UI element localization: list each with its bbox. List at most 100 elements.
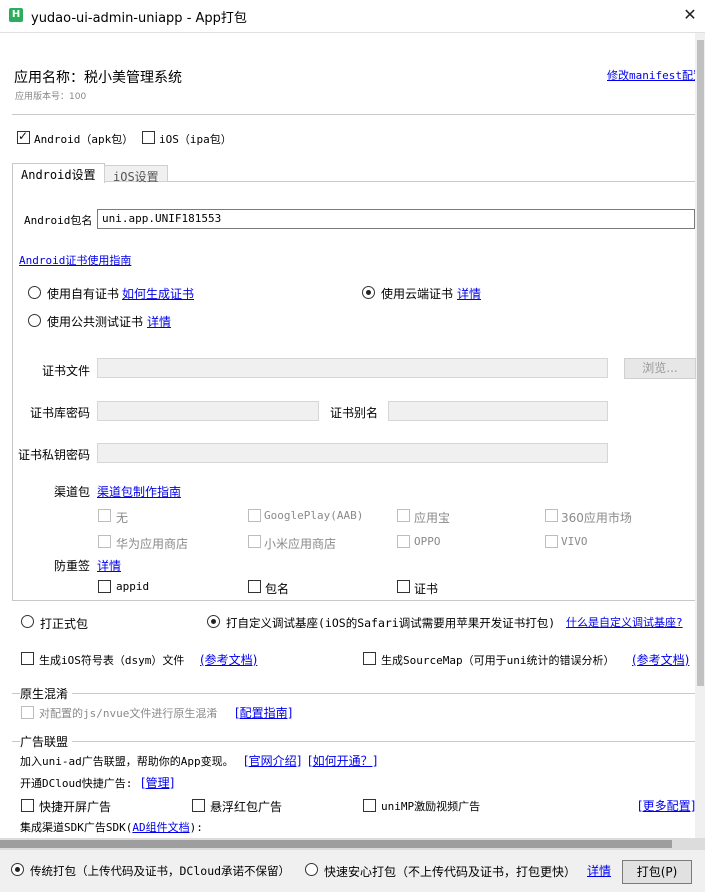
- tab-ios-settings[interactable]: iOS设置: [104, 165, 168, 184]
- anti-tamper-package-label: 包名: [265, 582, 290, 596]
- channel-guide-link[interactable]: 渠道包制作指南: [97, 483, 181, 500]
- package-name-input[interactable]: uni.app.UNIF181553: [97, 209, 695, 229]
- anti-tamper-details-link[interactable]: 详情: [97, 557, 121, 574]
- release-build-label: 打正式包: [40, 617, 89, 631]
- what-is-custom-base-link[interactable]: 什么是自定义调试基座?: [566, 614, 695, 630]
- channel-label-oppo: OPPO: [414, 535, 441, 548]
- sourcemap-doc-link[interactable]: (参考文档): [632, 651, 689, 668]
- float-ad-label: 悬浮红包广告: [210, 800, 283, 814]
- ads-intro-text: 加入uni-ad广告联盟，帮助你的App变现。: [20, 755, 234, 768]
- ad-component-doc-link[interactable]: AD组件文档: [132, 821, 189, 834]
- how-to-generate-cert-link[interactable]: 如何生成证书: [122, 285, 194, 302]
- sourcemap-checkbox[interactable]: [363, 652, 376, 665]
- splash-ad-label: 快捷开屏广告: [39, 800, 112, 814]
- pack-button[interactable]: 打包(P): [622, 860, 692, 884]
- android-cert-guide-link[interactable]: Android证书使用指南: [19, 252, 131, 268]
- footer-details-link[interactable]: 详情: [587, 862, 611, 879]
- android-checkbox[interactable]: [17, 129, 30, 144]
- horizontal-scrollbar-thumb[interactable]: [0, 840, 672, 848]
- close-icon[interactable]: ✕: [678, 3, 702, 27]
- ios-dsym-doc-link[interactable]: (参考文档): [200, 651, 257, 668]
- channel-checkbox-none[interactable]: [98, 509, 111, 522]
- channel-label-xiaomi: 小米应用商店: [264, 537, 337, 551]
- channel-checkbox-yingyongbao[interactable]: [397, 509, 410, 522]
- package-name-label: Android包名: [24, 214, 93, 227]
- sourcemap-label: 生成SourceMap（可用于uni统计的错误分析）: [381, 654, 615, 667]
- obfuscation-group-border: [12, 693, 695, 694]
- anti-tamper-label: 防重签: [54, 559, 91, 573]
- tab-android-settings[interactable]: Android设置: [12, 163, 105, 183]
- cloud-cert-details-link[interactable]: 详情: [457, 285, 481, 302]
- android-settings-panel: [12, 181, 695, 601]
- channel-label-yingyongbao: 应用宝: [414, 511, 451, 525]
- sdk-label-suffix: ):: [189, 821, 203, 834]
- reward-video-ad-label: uniMP激励视频广告: [381, 800, 481, 813]
- private-key-password-label: 证书私钥密码: [18, 448, 91, 462]
- reward-video-ad-checkbox[interactable]: [363, 799, 376, 812]
- keystore-password-field[interactable]: [97, 401, 319, 421]
- public-test-cert-label: 使用公共测试证书: [47, 315, 144, 329]
- channel-label: 渠道包: [54, 485, 91, 499]
- channel-checkbox-googleplay[interactable]: [248, 509, 261, 522]
- channel-checkbox-oppo[interactable]: [397, 535, 410, 548]
- android-platform-label: Android（apk包）: [34, 133, 134, 146]
- channel-label-huawei: 华为应用商店: [116, 537, 189, 551]
- cert-file-field[interactable]: [97, 358, 608, 378]
- private-key-password-field[interactable]: [97, 443, 608, 463]
- more-config-link[interactable]: [更多配置]: [638, 797, 695, 814]
- ads-how-link[interactable]: [如何开通？]: [308, 752, 377, 769]
- ios-dsym-checkbox[interactable]: [21, 652, 34, 665]
- edit-manifest-link[interactable]: 修改manifest配置: [607, 67, 695, 83]
- obfuscation-group-title: 原生混淆: [20, 685, 73, 702]
- scrollbar-thumb[interactable]: [697, 40, 704, 686]
- anti-tamper-cert-label: 证书: [414, 582, 439, 596]
- cert-file-label: 证书文件: [42, 364, 91, 378]
- alias-label: 证书别名: [330, 406, 379, 420]
- anti-tamper-appid-label: appid: [116, 580, 150, 593]
- anti-tamper-appid-checkbox[interactable]: [98, 580, 111, 593]
- obfuscation-checkbox[interactable]: [21, 706, 34, 719]
- browse-button[interactable]: 浏览...: [624, 358, 696, 379]
- sdk-label: 集成渠道SDK广告SDK(AD组件文档):: [20, 819, 203, 835]
- public-cert-details-link[interactable]: 详情: [147, 313, 171, 330]
- traditional-pack-radio[interactable]: [11, 863, 24, 876]
- channel-label-none: 无: [116, 511, 129, 525]
- ios-dsym-label: 生成iOS符号表（dsym）文件: [39, 654, 185, 667]
- ios-checkbox[interactable]: [142, 131, 155, 144]
- channel-checkbox-huawei[interactable]: [98, 535, 111, 548]
- channel-label-360: 360应用市场: [561, 511, 632, 525]
- ads-group-border: [12, 741, 695, 742]
- keystore-password-label: 证书库密码: [30, 406, 91, 420]
- splash-ad-checkbox[interactable]: [21, 799, 34, 812]
- channel-label-googleplay: GooglePlay(AAB): [264, 509, 364, 522]
- ads-intro-link[interactable]: [官网介绍]: [244, 752, 301, 769]
- channel-checkbox-xiaomi[interactable]: [248, 535, 261, 548]
- channel-checkbox-360[interactable]: [545, 509, 558, 522]
- dcloud-ads-label: 开通DCloud快捷广告:: [20, 777, 133, 790]
- obfuscation-guide-link[interactable]: [配置指南]: [235, 704, 292, 721]
- sdk-label-prefix: 集成渠道SDK广告SDK(: [20, 821, 133, 834]
- safe-pack-radio[interactable]: [305, 863, 318, 876]
- channel-label-vivo: VIVO: [561, 535, 588, 548]
- window-title: yudao-ui-admin-uniapp - App打包: [31, 11, 247, 26]
- traditional-pack-label: 传统打包（上传代码及证书，DCloud承诺不保留）: [30, 864, 291, 878]
- own-cert-label: 使用自有证书: [47, 287, 120, 301]
- own-cert-radio[interactable]: [28, 286, 41, 299]
- anti-tamper-package-checkbox[interactable]: [248, 580, 261, 593]
- ios-platform-label: iOS（ipa包）: [159, 133, 232, 146]
- title-divider: [0, 32, 705, 33]
- channel-checkbox-vivo[interactable]: [545, 535, 558, 548]
- ads-manage-link[interactable]: [管理]: [141, 774, 174, 791]
- alias-field[interactable]: [388, 401, 608, 421]
- release-build-radio[interactable]: [21, 615, 34, 628]
- float-ad-checkbox[interactable]: [192, 799, 205, 812]
- custom-base-radio[interactable]: [207, 615, 220, 628]
- custom-base-label: 打自定义调试基座(iOS的Safari调试需要用苹果开发证书打包): [226, 616, 556, 630]
- header-divider: [12, 114, 695, 115]
- public-test-cert-radio[interactable]: [28, 314, 41, 327]
- obfuscation-label: 对配置的js/nvue文件进行原生混淆: [39, 707, 218, 720]
- hbuilder-icon: H: [9, 8, 23, 22]
- safe-pack-label: 快速安心打包（不上传代码及证书，打包更快）: [324, 865, 577, 879]
- anti-tamper-cert-checkbox[interactable]: [397, 580, 410, 593]
- cloud-cert-radio[interactable]: [362, 286, 375, 299]
